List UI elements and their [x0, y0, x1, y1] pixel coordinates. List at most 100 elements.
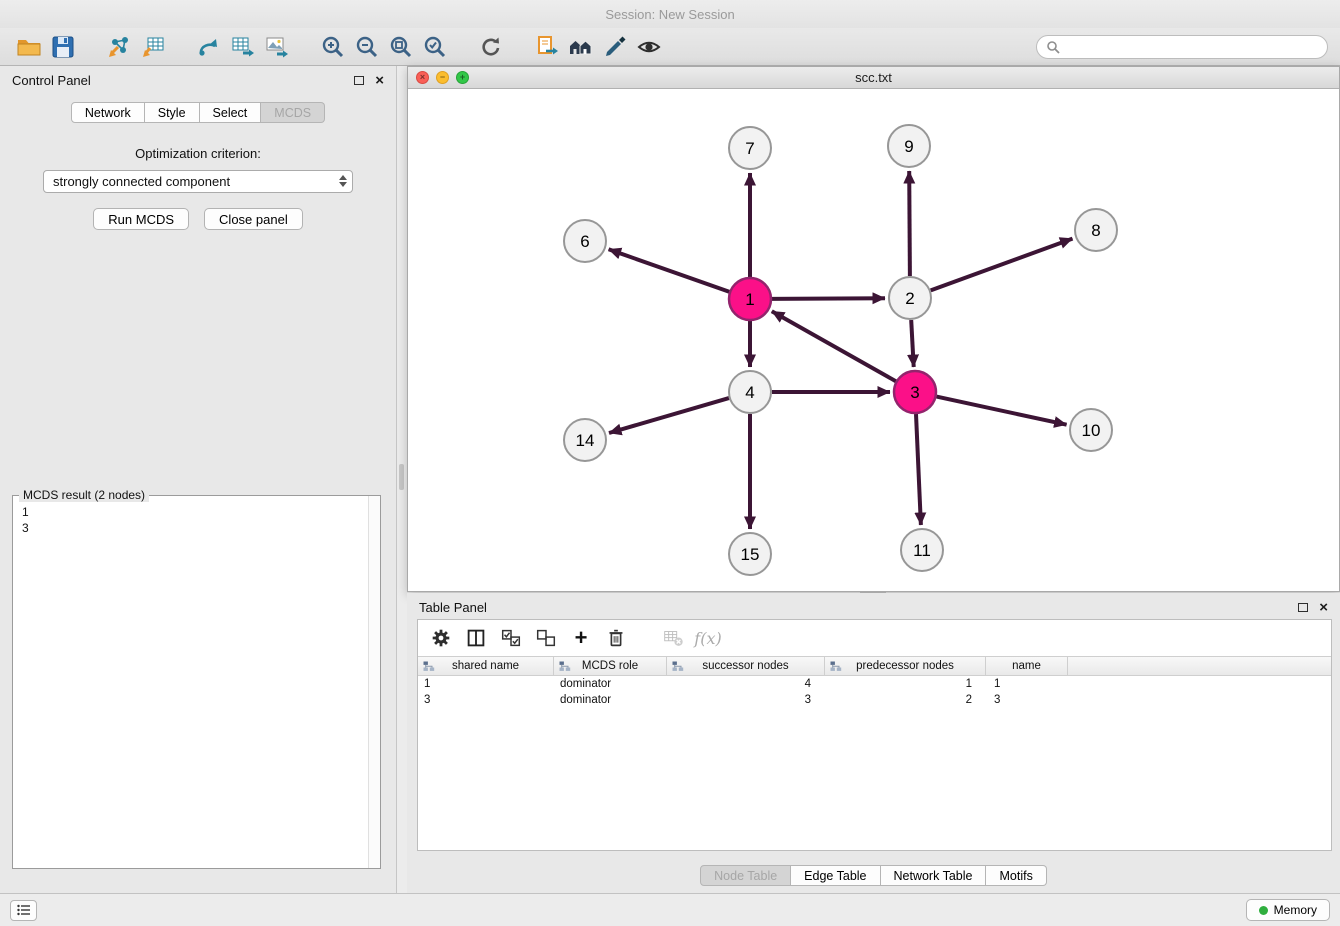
import-table-button[interactable] [136, 31, 170, 62]
column-header-name[interactable]: name [986, 657, 1068, 675]
import-network-button[interactable] [102, 31, 136, 62]
column-label: predecessor nodes [856, 660, 954, 672]
export-network-icon [196, 34, 222, 60]
search-input[interactable] [1066, 40, 1318, 54]
table-row[interactable]: 3 dominator 3 2 3 [418, 692, 1331, 708]
zoom-selected-button[interactable] [418, 31, 452, 62]
import-network-icon [106, 34, 132, 60]
graph-node-label-3: 3 [910, 383, 919, 402]
table-settings-button[interactable] [426, 624, 456, 652]
graph-edge-3-10[interactable] [937, 397, 1067, 425]
plus-icon: + [575, 627, 588, 649]
clone-network-icon [534, 34, 560, 60]
tab-network[interactable]: Network [71, 102, 145, 123]
table-panel-header: Table Panel × [407, 593, 1340, 621]
cell-mcds-role[interactable]: dominator [554, 676, 667, 692]
delete-columns-button[interactable] [601, 624, 631, 652]
export-table-button[interactable] [226, 31, 260, 62]
zoom-out-button[interactable] [350, 31, 384, 62]
column-chooser-button[interactable] [461, 624, 491, 652]
tab-select[interactable]: Select [200, 102, 262, 123]
tab-mcds[interactable]: MCDS [261, 102, 325, 123]
close-panel-icon[interactable]: × [375, 73, 384, 88]
tab-network-table[interactable]: Network Table [881, 865, 987, 886]
deselect-all-button[interactable] [531, 624, 561, 652]
refresh-layout-button[interactable] [474, 31, 508, 62]
window-minimize-button[interactable]: − [436, 71, 449, 84]
graph-node-label-15: 15 [741, 545, 760, 564]
cell-successor-nodes[interactable]: 4 [667, 676, 825, 692]
attribute-icon [559, 661, 571, 672]
close-panel-button[interactable]: Close panel [204, 208, 303, 230]
task-history-button[interactable] [10, 900, 37, 921]
open-session-button[interactable] [12, 31, 46, 62]
cell-mcds-role[interactable]: dominator [554, 692, 667, 708]
zoom-fit-button[interactable] [384, 31, 418, 62]
float-table-panel-icon[interactable] [1298, 603, 1308, 612]
graph-edge-2-9[interactable] [909, 171, 910, 276]
apply-style-button[interactable] [598, 31, 632, 62]
export-network-button[interactable] [192, 31, 226, 62]
app-title: Session: New Session [605, 7, 734, 22]
column-header-successor-nodes[interactable]: successor nodes [667, 657, 825, 675]
criterion-dropdown-value: strongly connected component [53, 174, 230, 189]
export-table-icon [230, 34, 256, 60]
column-header-shared-name[interactable]: shared name [418, 657, 554, 675]
memory-label: Memory [1274, 903, 1317, 917]
window-close-button[interactable]: × [416, 71, 429, 84]
graph-edge-1-6[interactable] [609, 249, 730, 291]
list-icon [17, 904, 31, 916]
cell-name[interactable]: 1 [986, 676, 1068, 692]
graph-edge-1-2[interactable] [772, 298, 885, 299]
graph-edge-3-1[interactable] [772, 311, 896, 381]
cell-shared-name[interactable]: 3 [418, 692, 554, 708]
gear-icon [429, 626, 453, 650]
vertical-splitter[interactable] [397, 66, 407, 893]
style-brush-icon [602, 34, 628, 60]
network-window-titlebar[interactable]: × − + scc.txt [408, 67, 1339, 89]
home-icons [568, 34, 594, 60]
criterion-dropdown[interactable]: strongly connected component [43, 170, 353, 193]
delete-table-button[interactable] [658, 624, 688, 652]
tab-node-table[interactable]: Node Table [700, 865, 791, 886]
table-row[interactable]: 1 dominator 4 1 1 [418, 676, 1331, 692]
graphics-details-button[interactable] [632, 31, 666, 62]
window-zoom-button[interactable]: + [456, 71, 469, 84]
tab-motifs[interactable]: Motifs [986, 865, 1046, 886]
cell-predecessor-nodes[interactable]: 2 [825, 692, 986, 708]
reset-panels-button[interactable] [564, 31, 598, 62]
tab-style[interactable]: Style [145, 102, 200, 123]
graph-edge-3-11[interactable] [916, 414, 921, 525]
close-table-panel-icon[interactable]: × [1319, 600, 1328, 615]
export-image-button[interactable] [260, 31, 294, 62]
graph-node-label-4: 4 [745, 383, 754, 402]
save-session-button[interactable] [46, 31, 80, 62]
float-panel-icon[interactable] [354, 76, 364, 85]
clone-network-button[interactable] [530, 31, 564, 62]
add-column-button[interactable]: + [566, 624, 596, 652]
graph-edge-4-14[interactable] [609, 398, 729, 433]
graph-edge-2-8[interactable] [931, 239, 1073, 291]
table-toolbar: + f(x) [418, 620, 1331, 656]
run-mcds-button[interactable]: Run MCDS [93, 208, 189, 230]
cell-shared-name[interactable]: 1 [418, 676, 554, 692]
function-builder-button[interactable]: f(x) [693, 624, 723, 652]
cell-name[interactable]: 3 [986, 692, 1068, 708]
result-scrollbar[interactable] [368, 496, 380, 868]
column-header-mcds-role[interactable]: MCDS role [554, 657, 667, 675]
cell-successor-nodes[interactable]: 3 [667, 692, 825, 708]
cell-predecessor-nodes[interactable]: 1 [825, 676, 986, 692]
column-header-predecessor-nodes[interactable]: predecessor nodes [825, 657, 986, 675]
tab-edge-table[interactable]: Edge Table [791, 865, 880, 886]
zoom-in-button[interactable] [316, 31, 350, 62]
graph-edge-2-3[interactable] [911, 320, 914, 367]
app-titlebar[interactable]: Session: New Session [0, 0, 1340, 28]
select-all-button[interactable] [496, 624, 526, 652]
search-icon [1046, 40, 1060, 54]
graph-node-label-11: 11 [913, 541, 931, 560]
network-canvas[interactable]: 7968124314101511 [408, 89, 1339, 591]
vertical-splitter-grip[interactable] [399, 464, 404, 490]
network-graph[interactable]: 7968124314101511 [408, 89, 1339, 591]
memory-button[interactable]: Memory [1246, 899, 1330, 921]
mcds-result-item: 1 [22, 504, 371, 520]
